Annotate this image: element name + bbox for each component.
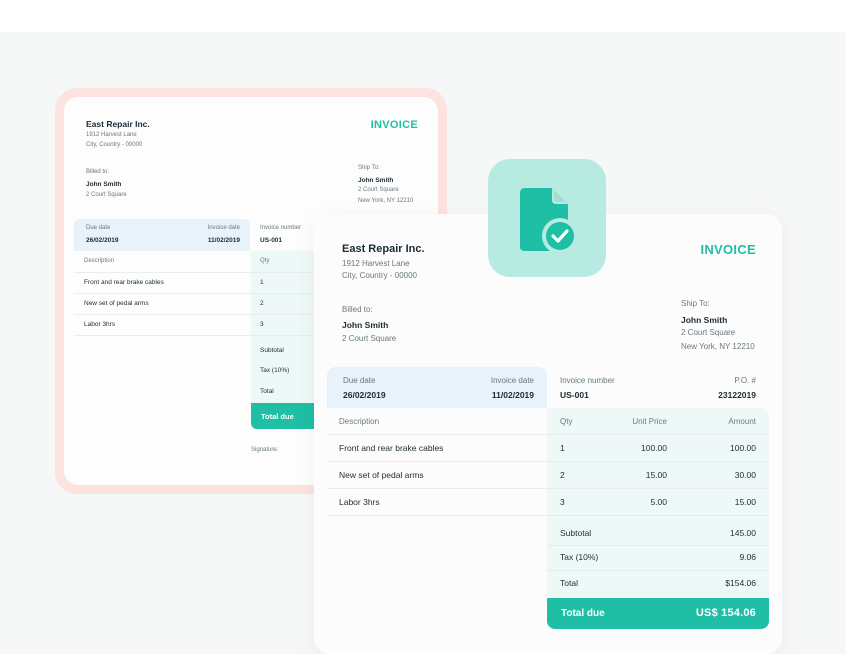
total-label: Total [260, 388, 274, 395]
front-invoice-card: East Repair Inc. 1912 Harvest Lane City,… [314, 214, 782, 654]
item-qty: 3 [260, 321, 264, 328]
top-band [0, 0, 846, 32]
signature-label: Signature: [251, 447, 279, 453]
invoice-date-value: 11/02/2019 [491, 390, 534, 400]
invoice-date-label: Invoice date [490, 376, 534, 385]
company-name: East Repair Inc. [342, 243, 425, 255]
invoice-number-value: US-001 [560, 390, 589, 400]
item-amount: 15.00 [734, 497, 756, 507]
dates-box: Due date 26/02/2019 Invoice date 11/02/2… [327, 367, 547, 408]
total-due-label: Total due [561, 608, 605, 619]
billed-to-name: John Smith [86, 181, 122, 188]
description-header: Description [339, 417, 380, 426]
invoice-title: INVOICE [700, 242, 756, 257]
item-description: New set of pedal arms [84, 300, 149, 307]
ship-to-label: Ship To: [681, 299, 710, 308]
item-amount: 30.00 [734, 470, 756, 480]
ship-to-label: Ship To: [358, 165, 380, 171]
row-divider [327, 515, 769, 516]
ship-to-address-line1: 2 Court Square [681, 328, 736, 337]
invoice-date-value: 11/02/2019 [207, 237, 240, 244]
total-label: Total [560, 578, 578, 588]
billed-to-address: 2 Court Square [342, 334, 397, 343]
total-value: $154.06 [725, 578, 756, 588]
total-due-value: US$ 154.06 [695, 607, 756, 619]
item-unit-price: 100.00 [641, 443, 667, 453]
invoice-title: INVOICE [370, 119, 418, 131]
row-divider [327, 461, 769, 462]
tax-label: Tax (10%) [260, 367, 290, 374]
ship-to-address-line2: New York, NY 12210 [358, 198, 414, 204]
due-date-label: Due date [86, 225, 111, 231]
description-header: Description [84, 258, 115, 264]
qty-header: Qty [260, 258, 270, 264]
document-check-icon [520, 188, 578, 254]
subtotal-label: Subtotal [560, 528, 592, 538]
item-qty: 1 [560, 443, 565, 453]
item-qty: 3 [560, 497, 565, 507]
company-name: East Repair Inc. [86, 119, 150, 129]
item-unit-price: 5.00 [650, 497, 667, 507]
item-description: Labor 3hrs [84, 321, 116, 328]
item-amount: 100.00 [730, 443, 756, 453]
ship-to-address-line2: New York, NY 12210 [681, 342, 755, 351]
unit-price-header: Unit Price [632, 417, 667, 426]
company-address-line1: 1912 Harvest Lane [342, 259, 410, 268]
po-number-label: P.O. # [734, 376, 756, 385]
ship-to-address-line1: 2 Court Square [358, 187, 399, 193]
billed-to-address: 2 Court Square [86, 192, 127, 198]
document-badge [488, 159, 606, 277]
subtotal-value: 145.00 [730, 528, 756, 538]
item-description: Front and rear brake cables [84, 279, 164, 286]
tax-value: 9.06 [739, 552, 756, 562]
po-number-value: 23122019 [718, 390, 756, 400]
company-address-line2: City, Country - 00000 [342, 271, 417, 280]
item-description: New set of pedal arms [339, 470, 424, 480]
invoice-number-label: Invoice number [560, 376, 615, 385]
row-divider [327, 434, 769, 435]
item-qty: 1 [260, 279, 264, 286]
invoice-number-value: US-001 [260, 237, 283, 244]
billed-to-name: John Smith [342, 320, 389, 330]
company-address-line2: City, Country - 00000 [86, 142, 143, 148]
item-unit-price: 15.00 [645, 470, 667, 480]
total-due-label: Total due [261, 412, 294, 421]
row-divider [327, 488, 769, 489]
invoice-date-label: Invoice date [207, 225, 240, 231]
dates-box: Due date 26/02/2019 Invoice date 11/02/2… [74, 219, 250, 251]
item-qty: 2 [560, 470, 565, 480]
qty-header: Qty [560, 417, 573, 426]
billed-to-label: Billed to: [342, 305, 373, 314]
due-date-label: Due date [343, 376, 376, 385]
item-qty: 2 [260, 300, 264, 307]
tax-label: Tax (10%) [560, 552, 599, 562]
due-date-value: 26/02/2019 [86, 237, 119, 244]
item-description: Front and rear brake cables [339, 443, 444, 453]
ship-to-name: John Smith [681, 315, 728, 325]
row-divider [547, 570, 769, 571]
ship-to-name: John Smith [358, 177, 394, 184]
row-divider [547, 545, 769, 546]
invoice-number-label: Invoice number [260, 225, 302, 231]
total-due-bar: Total due US$ 154.06 [547, 598, 769, 629]
amount-header: Amount [728, 417, 756, 426]
item-description: Labor 3hrs [339, 497, 380, 507]
subtotal-label: Subtotal [260, 347, 284, 354]
billed-to-label: Billed to: [86, 169, 110, 175]
company-address-line1: 1912 Harvest Lane [86, 132, 137, 138]
due-date-value: 26/02/2019 [343, 390, 386, 400]
